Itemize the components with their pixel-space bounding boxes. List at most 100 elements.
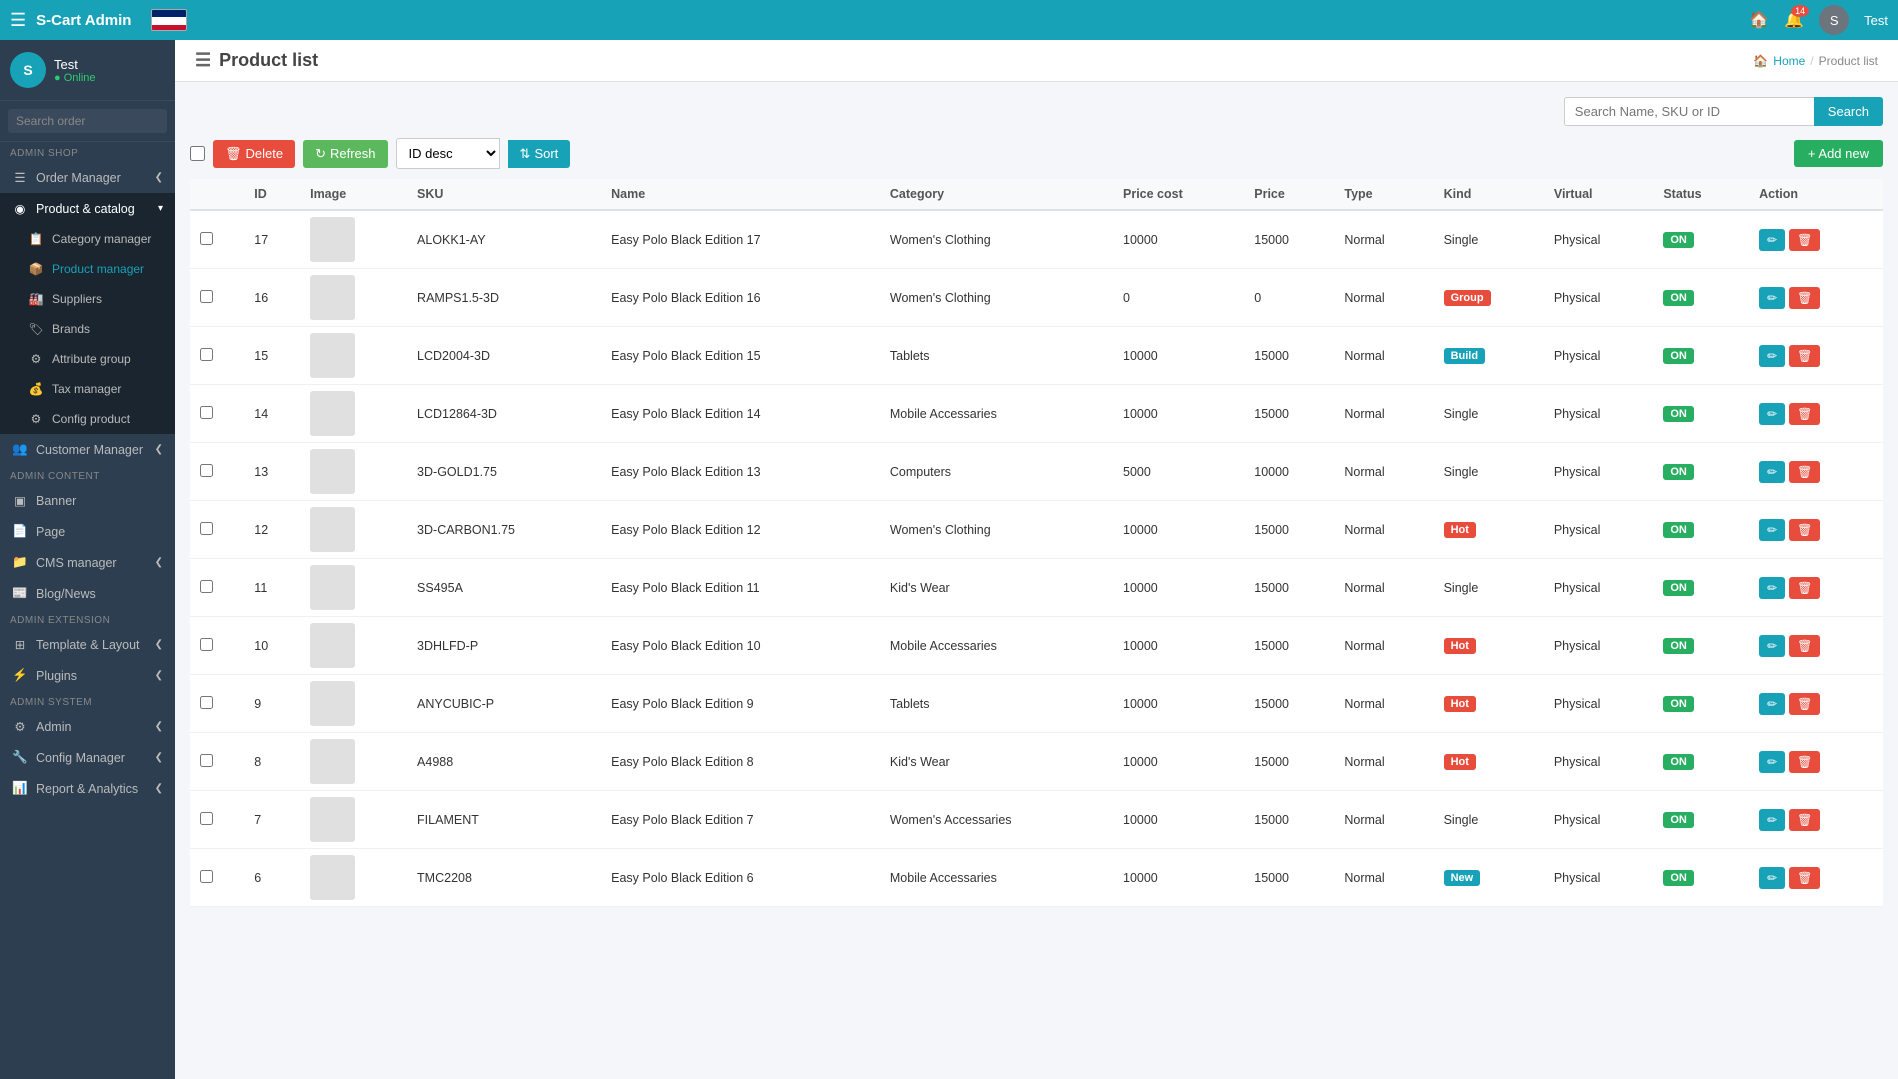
- language-selector[interactable]: [151, 9, 187, 31]
- sidebar-item-config-manager[interactable]: 🔧 Config Manager ❮: [0, 742, 175, 773]
- row-delete-button[interactable]: 🗑: [1789, 693, 1820, 715]
- row-checkbox[interactable]: [200, 406, 213, 419]
- row-delete-button[interactable]: 🗑: [1789, 867, 1820, 889]
- status-badge[interactable]: ON: [1663, 464, 1694, 480]
- sidebar-item-product-catalog[interactable]: ◉ Product & catalog ▾: [0, 193, 175, 224]
- row-delete-button[interactable]: 🗑: [1789, 461, 1820, 483]
- row-category: Tablets: [880, 327, 1113, 385]
- product-image: [310, 449, 355, 494]
- edit-button[interactable]: ✏: [1759, 751, 1785, 773]
- status-badge[interactable]: ON: [1663, 290, 1694, 306]
- sidebar-item-brands[interactable]: 🏷 Brands: [0, 314, 175, 344]
- edit-button[interactable]: ✏: [1759, 577, 1785, 599]
- row-sku: LCD2004-3D: [407, 327, 601, 385]
- status-badge[interactable]: ON: [1663, 812, 1694, 828]
- sidebar-item-customer-manager[interactable]: 👥 Customer Manager ❮: [0, 434, 175, 465]
- search-button[interactable]: Search: [1814, 97, 1883, 126]
- sidebar-item-tax-manager[interactable]: 💰 Tax manager: [0, 374, 175, 404]
- sidebar-item-attribute-group[interactable]: ⚙ Attribute group: [0, 344, 175, 374]
- row-checkbox[interactable]: [200, 232, 213, 245]
- row-price: 0: [1244, 269, 1334, 327]
- sidebar-item-order-manager[interactable]: ☰ Order Manager ❮: [0, 162, 175, 193]
- edit-button[interactable]: ✏: [1759, 345, 1785, 367]
- row-checkbox[interactable]: [200, 638, 213, 651]
- edit-button[interactable]: ✏: [1759, 403, 1785, 425]
- sidebar-item-plugins[interactable]: ⚡ Plugins ❮: [0, 660, 175, 691]
- row-type: Normal: [1334, 327, 1433, 385]
- section-admin-shop: ADMIN SHOP: [0, 142, 175, 162]
- row-checkbox[interactable]: [200, 696, 213, 709]
- sidebar-item-category-manager[interactable]: 📋 Category manager: [0, 224, 175, 254]
- sidebar-item-template-layout[interactable]: ⊞ Template & Layout ❮: [0, 629, 175, 660]
- status-badge[interactable]: ON: [1663, 232, 1694, 248]
- status-badge[interactable]: ON: [1663, 696, 1694, 712]
- edit-button[interactable]: ✏: [1759, 867, 1785, 889]
- delete-button[interactable]: 🗑 Delete: [213, 140, 295, 168]
- row-checkbox[interactable]: [200, 522, 213, 535]
- status-badge[interactable]: ON: [1663, 348, 1694, 364]
- row-checkbox[interactable]: [200, 290, 213, 303]
- action-buttons: ✏ 🗑: [1759, 345, 1873, 367]
- sidebar-item-banner[interactable]: ▣ Banner: [0, 485, 175, 516]
- row-delete-button[interactable]: 🗑: [1789, 287, 1820, 309]
- add-new-button[interactable]: + Add new: [1794, 140, 1883, 167]
- row-checkbox[interactable]: [200, 580, 213, 593]
- edit-button[interactable]: ✏: [1759, 287, 1785, 309]
- edit-button[interactable]: ✏: [1759, 519, 1785, 541]
- notification-icon[interactable]: 🔔 14: [1784, 10, 1804, 30]
- row-delete-button[interactable]: 🗑: [1789, 635, 1820, 657]
- row-delete-button[interactable]: 🗑: [1789, 345, 1820, 367]
- sidebar-item-page[interactable]: 📄 Page: [0, 516, 175, 547]
- product-table: ID Image SKU Name Category Price cost Pr…: [190, 179, 1883, 907]
- table-row: 6TMC2208Easy Polo Black Edition 6Mobile …: [190, 849, 1883, 907]
- row-delete-button[interactable]: 🗑: [1789, 751, 1820, 773]
- sidebar-label-cms-manager: CMS manager: [36, 556, 147, 570]
- row-id: 15: [244, 327, 300, 385]
- row-checkbox[interactable]: [200, 870, 213, 883]
- plugins-arrow: ❮: [155, 670, 163, 681]
- status-badge[interactable]: ON: [1663, 406, 1694, 422]
- row-checkbox[interactable]: [200, 464, 213, 477]
- sidebar-item-suppliers[interactable]: 🏭 Suppliers: [0, 284, 175, 314]
- row-delete-button[interactable]: 🗑: [1789, 403, 1820, 425]
- edit-button[interactable]: ✏: [1759, 693, 1785, 715]
- sidebar-item-blog-news[interactable]: 📰 Blog/News: [0, 578, 175, 609]
- refresh-button[interactable]: ↻ Refresh: [303, 140, 387, 168]
- row-delete-button[interactable]: 🗑: [1789, 577, 1820, 599]
- search-row: Search: [190, 97, 1883, 126]
- status-badge[interactable]: ON: [1663, 638, 1694, 654]
- hamburger-icon[interactable]: ☰: [10, 10, 26, 31]
- row-delete-button[interactable]: 🗑: [1789, 519, 1820, 541]
- row-action: ✏ 🗑: [1749, 733, 1883, 791]
- product-search-input[interactable]: [1564, 97, 1814, 126]
- row-checkbox[interactable]: [200, 812, 213, 825]
- sidebar-item-cms-manager[interactable]: 📁 CMS manager ❮: [0, 547, 175, 578]
- sidebar-item-product-manager[interactable]: 📦 Product manager: [0, 254, 175, 284]
- sort-button[interactable]: ⇅ Sort: [508, 140, 571, 168]
- search-order-input[interactable]: [8, 109, 167, 133]
- edit-button[interactable]: ✏: [1759, 461, 1785, 483]
- sort-select[interactable]: ID desc ID asc Name asc Name desc: [396, 138, 500, 169]
- row-checkbox[interactable]: [200, 348, 213, 361]
- status-badge[interactable]: ON: [1663, 870, 1694, 886]
- home-icon[interactable]: 🏠: [1749, 10, 1769, 30]
- row-price: 15000: [1244, 210, 1334, 269]
- sidebar-item-report-analytics[interactable]: 📊 Report & Analytics ❮: [0, 773, 175, 804]
- status-badge[interactable]: ON: [1663, 754, 1694, 770]
- select-all-checkbox[interactable]: [190, 146, 205, 161]
- edit-button[interactable]: ✏: [1759, 635, 1785, 657]
- status-badge[interactable]: ON: [1663, 580, 1694, 596]
- status-badge[interactable]: ON: [1663, 522, 1694, 538]
- row-checkbox[interactable]: [200, 754, 213, 767]
- row-delete-button[interactable]: 🗑: [1789, 229, 1820, 251]
- sidebar-item-config-product[interactable]: ⚙ Config product: [0, 404, 175, 434]
- edit-button[interactable]: ✏: [1759, 809, 1785, 831]
- edit-button[interactable]: ✏: [1759, 229, 1785, 251]
- refresh-label: Refresh: [330, 146, 376, 161]
- row-delete-button[interactable]: 🗑: [1789, 809, 1820, 831]
- breadcrumb-home-link[interactable]: Home: [1773, 54, 1805, 68]
- col-id: ID: [244, 179, 300, 210]
- breadcrumb-current: Product list: [1819, 54, 1878, 68]
- avatar[interactable]: S: [1819, 5, 1849, 35]
- sidebar-item-admin[interactable]: ⚙ Admin ❮: [0, 711, 175, 742]
